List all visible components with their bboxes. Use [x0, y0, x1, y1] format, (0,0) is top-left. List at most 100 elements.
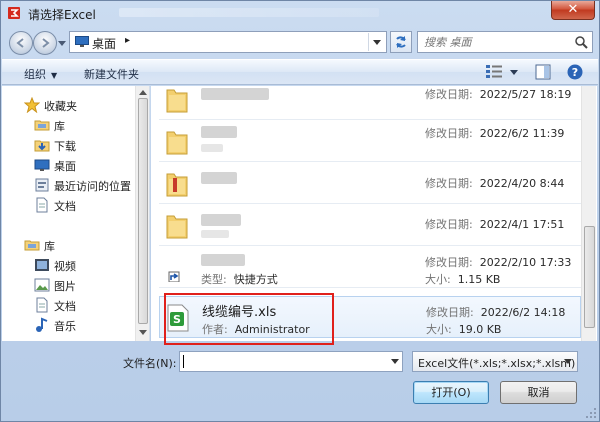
refresh-icon — [396, 36, 406, 48]
blurred-filename — [201, 126, 237, 138]
scroll-down-icon[interactable] — [139, 330, 147, 336]
close-button[interactable]: ✕ — [551, 1, 595, 20]
back-arrow-icon — [16, 38, 24, 48]
scroll-up-icon[interactable] — [139, 89, 147, 95]
picture-icon — [34, 278, 50, 292]
library-icon — [34, 120, 50, 131]
blurred-filename — [201, 254, 245, 266]
modified-label: 修改日期: — [425, 88, 473, 101]
organize-menu[interactable]: 组织 ▼ — [24, 66, 57, 82]
modified-date: 修改日期: 2022/2/10 17:33 — [425, 254, 571, 270]
organize-label: 组织 — [24, 68, 46, 81]
open-file-dialog: 请选择Excel ✕ 桌面 ▸ 搜索 桌面 组织 ▼ 新建文件夹 ? 收藏夹 库… — [0, 0, 600, 422]
list-item-folder[interactable]: 修改日期: 2022/4/20 8:44 — [159, 162, 581, 204]
sidebar-item-label: 桌面 — [54, 160, 76, 173]
sidebar-item-label: 最近访问的位置 — [54, 180, 131, 193]
modified-label: 修改日期: — [425, 127, 473, 140]
view-dropdown-icon[interactable] — [510, 70, 518, 76]
file-type-value: Excel文件(*.xls;*.xlsx;*.xlsm) — [418, 357, 576, 370]
modified-label: 修改日期: — [425, 218, 473, 231]
sidebar-item-label: 图片 — [54, 280, 76, 293]
blurred-detail — [201, 230, 229, 238]
document-icon — [36, 297, 48, 313]
new-folder-button[interactable]: 新建文件夹 — [84, 66, 139, 82]
blurred-detail — [201, 144, 223, 152]
address-bar[interactable]: 桌面 ▸ — [69, 31, 387, 53]
sidebar-item-label: 库 — [54, 120, 65, 133]
back-button[interactable] — [9, 31, 33, 55]
modified-value: 2022/6/2 11:39 — [479, 127, 565, 140]
breadcrumb-location[interactable]: 桌面 — [92, 35, 116, 52]
highlight-box — [164, 293, 334, 345]
modified-value: 2022/4/20 8:44 — [479, 177, 565, 190]
recent-places-icon — [35, 178, 49, 192]
modified-date: 修改日期: 2022/4/1 17:51 — [425, 216, 564, 232]
scrollbar-thumb[interactable] — [584, 226, 595, 328]
folder-icon — [166, 173, 188, 197]
modified-value: 2022/2/10 17:33 — [479, 256, 572, 269]
sidebar-group-label: 收藏夹 — [44, 100, 77, 113]
list-item-folder[interactable]: 修改日期: 2022/4/1 17:51 — [159, 204, 581, 246]
navigation-pane: 收藏夹 库 下载 桌面 最近访问的位置 文档 库 视频 图片 文档 音乐 — [2, 86, 150, 341]
resize-grip-icon[interactable] — [586, 408, 596, 418]
file-size: 大小: 19.0 KB — [426, 321, 501, 337]
chevron-down-icon: ▼ — [51, 71, 58, 80]
filename-field[interactable] — [179, 351, 403, 372]
search-box[interactable] — [417, 31, 593, 53]
modified-label: 修改日期: — [426, 306, 474, 319]
document-icon — [36, 197, 48, 213]
star-icon — [24, 97, 40, 113]
list-item-shortcut[interactable]: 类型: 快捷方式 修改日期: 2022/2/10 17:33 大小: 1.15 KB — [159, 246, 581, 288]
search-icon[interactable] — [574, 35, 588, 49]
search-input[interactable] — [424, 34, 574, 50]
forward-button[interactable] — [33, 31, 57, 55]
modified-value: 2022/6/2 14:18 — [480, 306, 566, 319]
modified-label: 修改日期: — [425, 177, 473, 190]
type-label: 类型: — [201, 273, 227, 286]
chevron-down-icon[interactable] — [391, 359, 399, 365]
blurred-filename — [201, 88, 269, 100]
sidebar-item-label: 下载 — [54, 140, 76, 153]
open-button[interactable]: 打开(O) — [413, 381, 489, 404]
sidebar-item-label: 音乐 — [54, 320, 76, 333]
size-label: 大小: — [425, 273, 451, 286]
app-icon — [8, 7, 20, 19]
forward-arrow-icon — [42, 38, 50, 48]
sidebar-item-label: 文档 — [54, 200, 76, 213]
text-caret — [183, 355, 184, 368]
recent-locations-dropdown-icon[interactable] — [58, 39, 66, 47]
title-bar: 请选择Excel ✕ — [1, 1, 599, 25]
size-value: 19.0 KB — [458, 323, 502, 336]
desktop-icon — [75, 36, 89, 47]
window-title: 请选择Excel — [28, 8, 96, 22]
list-item-folder[interactable]: 修改日期: 2022/5/27 18:19 — [159, 78, 581, 120]
modified-date: 修改日期: 2022/4/20 8:44 — [425, 175, 564, 191]
address-dropdown-button[interactable] — [368, 33, 384, 51]
folder-icon — [166, 89, 188, 113]
library-icon — [24, 240, 40, 251]
video-icon — [35, 259, 49, 271]
file-type: 类型: 快捷方式 — [201, 271, 278, 287]
breadcrumb-chevron-icon[interactable]: ▸ — [125, 35, 130, 46]
desktop-icon — [34, 159, 50, 171]
navigation-scrollbar[interactable] — [135, 86, 149, 341]
view-options-icon[interactable] — [486, 65, 502, 79]
title-bar-glass — [119, 8, 379, 17]
filename-label: 文件名(N): — [123, 357, 177, 370]
scrollbar-thumb[interactable] — [138, 98, 148, 324]
size-label: 大小: — [426, 323, 452, 336]
chevron-down-icon — [564, 359, 572, 364]
shortcut-icon — [168, 271, 180, 282]
file-type-select[interactable]: Excel文件(*.xls;*.xlsx;*.xlsm) — [412, 351, 578, 372]
file-list-scrollbar[interactable] — [581, 86, 596, 341]
cancel-button[interactable]: 取消 — [500, 381, 577, 404]
modified-value: 2022/5/27 18:19 — [479, 88, 572, 101]
modified-date: 修改日期: 2022/5/27 18:19 — [425, 86, 571, 102]
sidebar-item-label: 视频 — [54, 260, 76, 273]
list-item-folder[interactable]: 修改日期: 2022/6/2 11:39 — [159, 120, 581, 162]
blurred-filename — [201, 172, 237, 184]
type-value: 快捷方式 — [233, 273, 278, 286]
refresh-button[interactable] — [390, 31, 412, 53]
sidebar-item-label: 文档 — [54, 300, 76, 313]
chevron-down-icon — [373, 40, 381, 45]
